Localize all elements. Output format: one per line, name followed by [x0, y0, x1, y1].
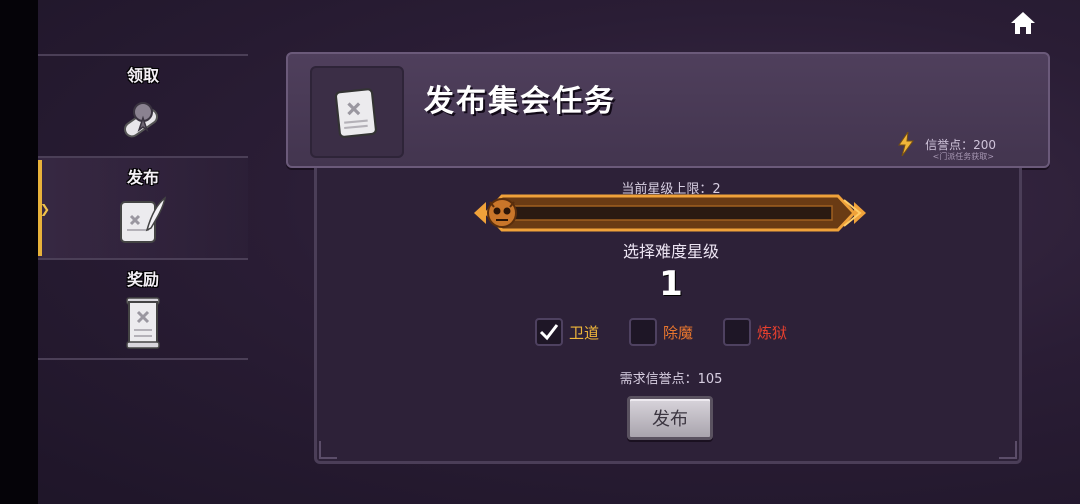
active-arrow-icon: ❯: [40, 202, 51, 216]
option-lianyu[interactable]: 炼狱: [723, 318, 787, 346]
scroll-quill-icon: [120, 196, 167, 243]
option-label: 除魔: [663, 323, 694, 342]
option-chumo[interactable]: 除魔: [629, 318, 693, 346]
honor-points-label: 信誉点：200: [925, 137, 996, 152]
option-label: 卫道: [569, 323, 600, 342]
scroll-icon: [334, 88, 377, 138]
checkbox-chumo[interactable]: [629, 318, 658, 346]
sidebar-item-label: 奖励: [126, 270, 159, 289]
lightning-icon: [898, 132, 915, 156]
left-black-strip: [0, 0, 38, 504]
mode-options: 卫道 除魔 炼狱: [535, 318, 787, 346]
page-title: 发布集会任务: [424, 84, 616, 119]
sidebar-item-label: 领取: [126, 66, 159, 85]
checkmark-icon: [539, 324, 559, 341]
home-button[interactable]: [1008, 8, 1038, 38]
honor-points-hint: <门派任务获取>: [932, 152, 994, 161]
required-points-text: 需求信誉点：105: [619, 372, 723, 387]
sidebar-item-label: 发布: [126, 168, 159, 187]
sidebar-item-reward[interactable]: 奖励: [38, 258, 248, 360]
star-level-slider[interactable]: [472, 190, 868, 236]
checkbox-lianyu[interactable]: [723, 318, 752, 346]
sidebar-item-claim[interactable]: 领取: [38, 54, 248, 156]
panel-corner: [999, 441, 1017, 459]
checkbox-weidao[interactable]: [535, 318, 563, 346]
sidebar: 领取 ❯ 发布 奖励: [38, 54, 248, 360]
header-icon-box: [310, 66, 404, 158]
header-panel: 发布集会任务 信誉点：200 <门派任务获取>: [286, 52, 1050, 168]
panel-corner: [319, 441, 337, 459]
scroll-open-icon: [126, 297, 160, 349]
option-label: 炼狱: [757, 323, 788, 342]
difficulty-label: 选择难度星级: [622, 242, 719, 261]
option-weidao[interactable]: 卫道: [535, 318, 599, 346]
scroll-sealed-icon: [123, 102, 159, 138]
sidebar-item-publish[interactable]: ❯ 发布: [38, 156, 248, 258]
home-icon: [1011, 12, 1035, 34]
slider-handle-skull-icon[interactable]: [487, 198, 517, 228]
publish-button[interactable]: 发布: [627, 396, 713, 440]
publish-panel: 当前星级上限：2 选择难度星级 1 卫道 除魔 炼狱 需求信誉点：105 发布: [314, 168, 1022, 464]
difficulty-value: 1: [659, 264, 683, 304]
